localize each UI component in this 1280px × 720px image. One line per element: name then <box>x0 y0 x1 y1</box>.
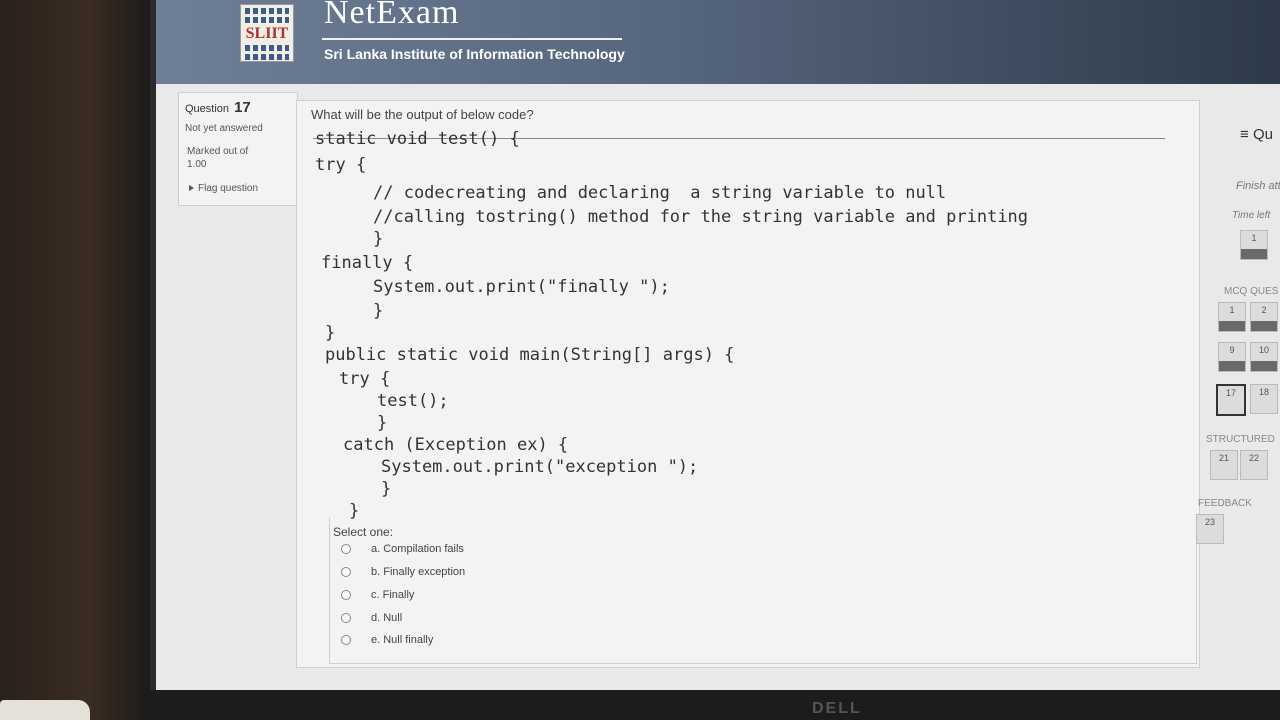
option-a[interactable]: a. Compilation fails <box>341 543 464 555</box>
answer-box <box>329 517 1197 664</box>
monitor-bezel <box>150 690 1280 720</box>
nav-label: 2 <box>1261 305 1267 315</box>
nav-label: 10 <box>1258 345 1269 355</box>
nav-question-2[interactable]: 2 <box>1250 302 1278 332</box>
nav-question-1[interactable]: 1 <box>1218 302 1246 332</box>
nav-question-22[interactable]: 22 <box>1240 450 1268 480</box>
question-number: 17 <box>234 99 251 116</box>
option-label: a. Compilation fails <box>371 543 464 555</box>
option-label: b. Finally exception <box>371 566 466 578</box>
nav-question-9[interactable]: 9 <box>1218 342 1246 372</box>
option-label: e. Null finally <box>371 634 434 646</box>
monitor-logo: DELL <box>812 700 862 717</box>
mcq-heading: MCQ QUES <box>1224 286 1279 297</box>
nav-label: 1 <box>1229 305 1235 315</box>
code-line: //calling tostring() method for the stri… <box>373 207 1029 227</box>
brand-divider <box>322 38 622 40</box>
radio-button[interactable] <box>341 635 351 646</box>
nav-question-18[interactable]: 18 <box>1250 384 1278 414</box>
code-line: try { <box>315 155 367 175</box>
option-c[interactable]: c. Finally <box>341 589 414 601</box>
question-info-panel: Question 17 Not yet answered Marked out … <box>178 92 298 206</box>
monitor-screen: SLIIT NetExam Sri Lanka Institute of Inf… <box>150 0 1280 690</box>
timer-square-label: 1 <box>1251 233 1257 243</box>
radio-button[interactable] <box>341 544 351 555</box>
answer-state: Not yet answered <box>185 123 263 134</box>
code-line: System.out.print("exception "); <box>381 457 699 477</box>
logo-text: SLIIT <box>245 25 289 42</box>
nav-question-21[interactable]: 21 <box>1210 450 1238 480</box>
menu-icon: ≡ <box>1240 126 1249 143</box>
radio-button[interactable] <box>341 590 351 601</box>
code-line: } <box>381 479 392 499</box>
nav-question-10[interactable]: 10 <box>1250 342 1278 372</box>
flag-question-button[interactable]: Flag question <box>189 183 258 194</box>
structured-heading: STRUCTURED <box>1206 434 1275 445</box>
nav-question-23[interactable]: 23 <box>1196 514 1224 544</box>
marks-value: 1.00 <box>187 159 207 170</box>
nav-question-17[interactable]: 17 <box>1216 384 1246 416</box>
timer-square: 1 <box>1240 230 1268 260</box>
feedback-heading: FEEDBACK <box>1198 498 1252 509</box>
option-b[interactable]: b. Finally exception <box>341 566 465 578</box>
time-left-label: Time left <box>1232 210 1271 221</box>
code-line: } <box>325 323 336 343</box>
site-header: SLIIT NetExam Sri Lanka Institute of Inf… <box>156 0 1280 84</box>
finish-attempt-link[interactable]: Finish att <box>1236 180 1280 192</box>
nav-label: 22 <box>1248 453 1259 463</box>
nav-label: 23 <box>1204 517 1215 527</box>
question-number-row: Question 17 <box>185 99 251 116</box>
brand-title: NetExam <box>324 0 460 31</box>
flag-label: Flag question <box>198 183 259 194</box>
quiz-navigation: ≡ Qu Finish att Time left 1 MCQ QUES 1 2… <box>1196 100 1280 560</box>
nav-label: 21 <box>1218 453 1229 463</box>
select-one-label: Select one: <box>333 525 394 539</box>
marks-label: Marked out of <box>187 146 249 157</box>
code-line: try { <box>339 369 391 389</box>
option-d[interactable]: d. Null <box>341 612 402 624</box>
code-line: } <box>373 301 384 321</box>
code-line: test(); <box>377 391 449 411</box>
code-line: public static void main(String[] args) { <box>325 345 735 365</box>
nav-label: 18 <box>1258 387 1269 397</box>
option-label: d. Null <box>371 612 403 624</box>
code-line: System.out.print("finally "); <box>373 277 670 297</box>
option-label: c. Finally <box>371 589 415 601</box>
institute-name: Sri Lanka Institute of Information Techn… <box>324 46 625 62</box>
question-label: Question <box>185 103 230 115</box>
quiz-nav-label: Qu <box>1252 126 1273 143</box>
paper-corner <box>0 700 90 720</box>
question-content: What will be the output of below code? s… <box>296 100 1200 668</box>
sliit-logo[interactable]: SLIIT <box>240 4 294 62</box>
nav-label: 9 <box>1229 345 1235 355</box>
flag-icon <box>189 185 194 191</box>
code-line: // codecreating and declaring a string v… <box>373 183 947 203</box>
nav-label: 17 <box>1225 388 1236 398</box>
option-e[interactable]: e. Null finally <box>341 634 433 646</box>
code-line: static void test() { <box>315 129 520 149</box>
quiz-nav-title[interactable]: ≡ Qu <box>1240 126 1273 143</box>
code-line: catch (Exception ex) { <box>343 435 569 455</box>
desk-background <box>0 0 150 720</box>
marks-info: Marked out of 1.00 <box>187 145 248 171</box>
question-prompt: What will be the output of below code? <box>311 107 534 122</box>
code-line: } <box>377 413 388 433</box>
code-line: } <box>373 229 384 249</box>
radio-button[interactable] <box>341 613 351 624</box>
code-line: finally { <box>321 253 414 273</box>
radio-button[interactable] <box>341 567 351 578</box>
